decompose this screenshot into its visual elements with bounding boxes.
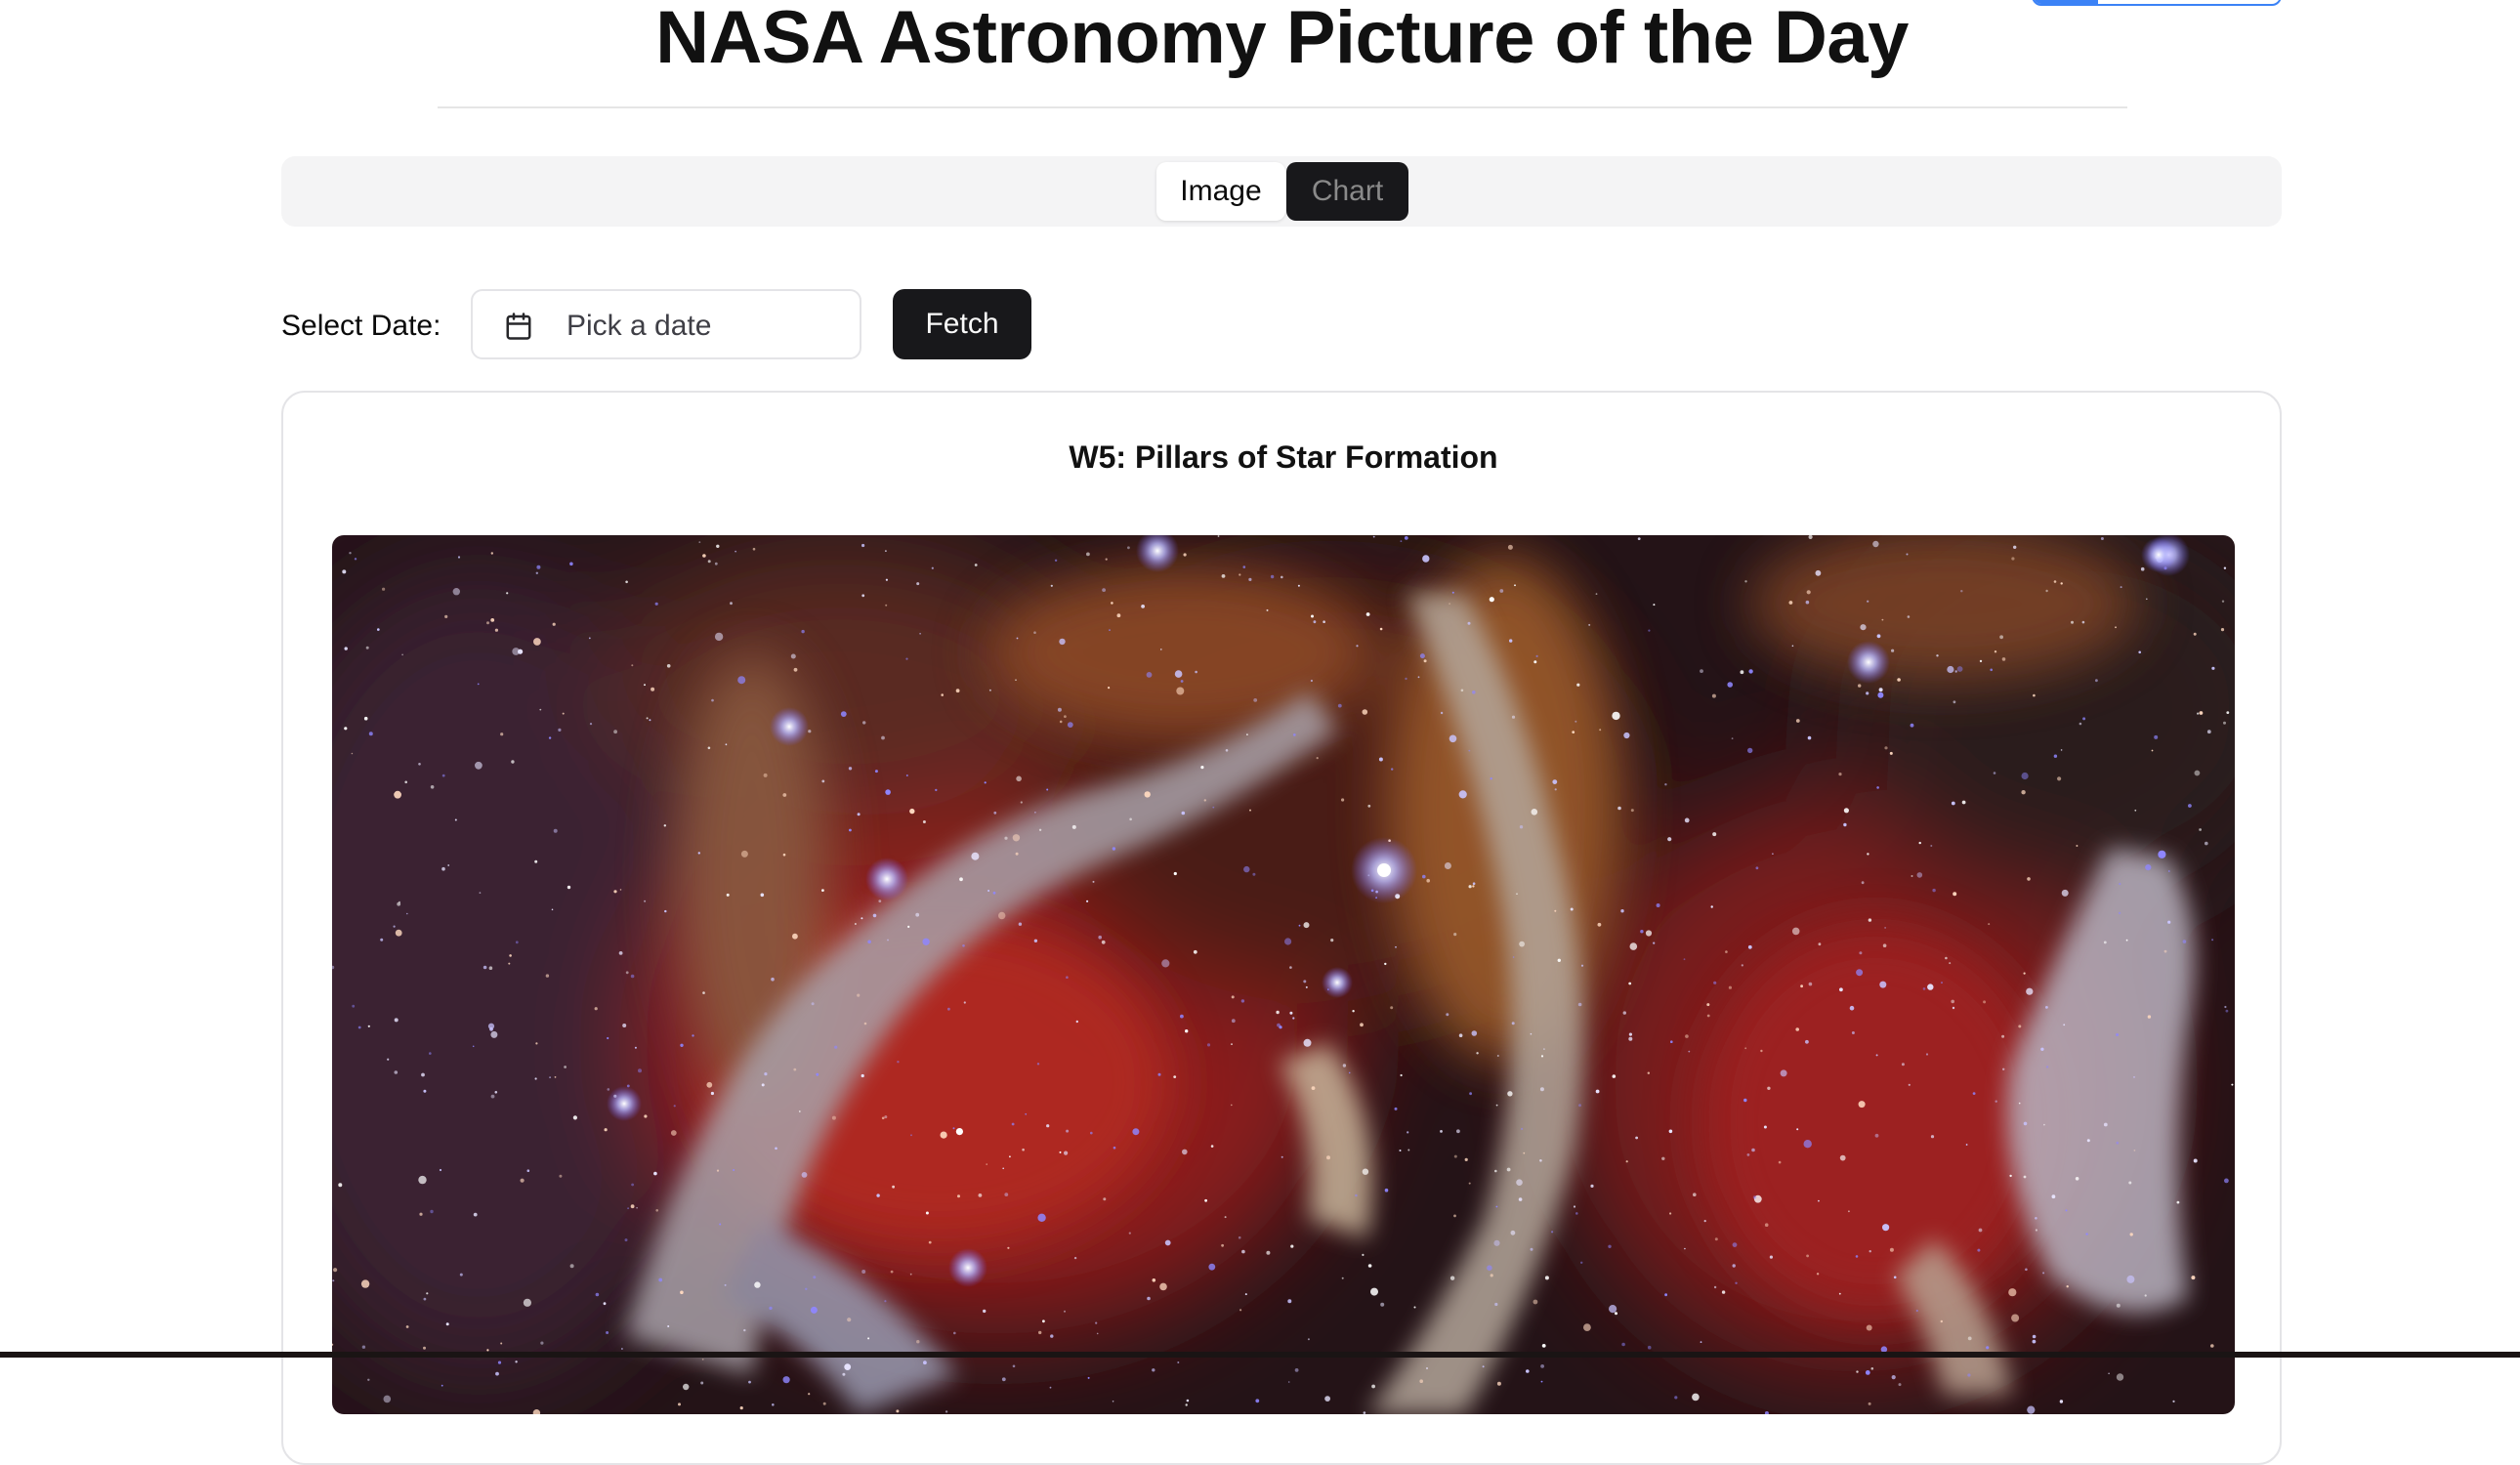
page-title: NASA Astronomy Picture of the Day — [655, 0, 1909, 79]
apod-image — [332, 535, 2235, 1414]
apod-title: W5: Pillars of Star Formation — [1069, 440, 1498, 475]
calendar-icon — [504, 312, 533, 341]
fetch-button[interactable]: Fetch — [893, 289, 1031, 359]
date-picker-button[interactable]: Pick a date — [471, 289, 861, 359]
title-divider — [438, 106, 2127, 108]
bottom-strip — [0, 1352, 2520, 1358]
tab-image[interactable]: Image — [1156, 162, 1285, 221]
apod-card: W5: Pillars of Star Formation — [281, 391, 2282, 1465]
select-date-label: Select Date: — [281, 310, 441, 342]
tab-chart[interactable]: Chart — [1286, 162, 1408, 221]
date-placeholder: Pick a date — [567, 310, 712, 342]
